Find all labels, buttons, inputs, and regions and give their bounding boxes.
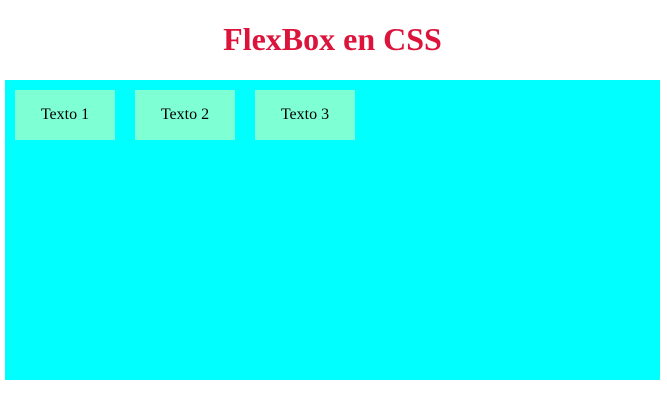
- flex-item-1: Texto 1: [15, 90, 115, 140]
- flex-item-2: Texto 2: [135, 90, 235, 140]
- flex-item-3: Texto 3: [255, 90, 355, 140]
- page-title: FlexBox en CSS: [223, 21, 442, 57]
- flex-container: Texto 1 Texto 2 Texto 3: [5, 80, 660, 380]
